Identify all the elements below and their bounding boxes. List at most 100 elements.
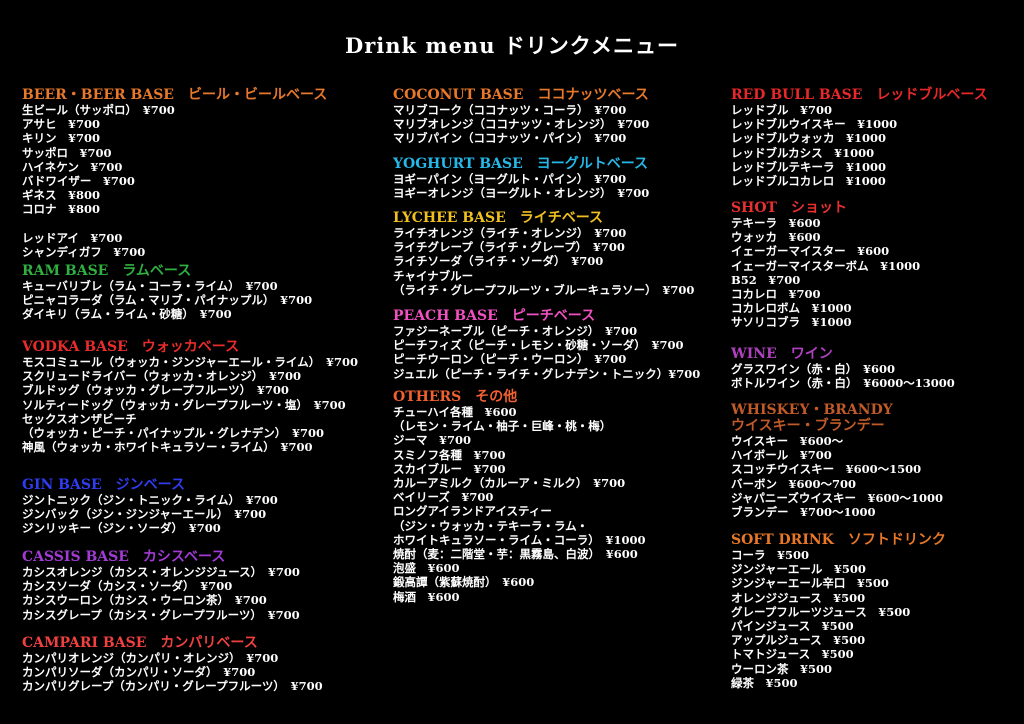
menu-item: レッドブルテキーラ ¥1000 [731,159,887,174]
section-others: OTHERS その他 チューハイ各種 ¥600 （レモン・ライム・柚子・巨峰・桃・… [393,389,646,604]
section-yoghurt: YOGHURT BASE ヨーグルトベース ヨギーパイン（ヨーグルト・パイン） … [393,156,649,200]
section-coconut: COCONUT BASE ココナッツベース マリブコーク（ココナッツ・コーラ） … [393,87,649,146]
section-heading: PEACH BASE ピーチベース [393,308,596,324]
menu-item: コーラ ¥500 [731,548,810,562]
section-heading: SHOT ショット [731,200,847,216]
menu-item: （ウォッカ・ピーチ・パイナップル・グレナデン） ¥700 [22,426,325,441]
section-heading: YOGHURT BASE ヨーグルトベース [393,156,649,172]
menu-item: 緑茶 ¥500 [731,675,798,690]
menu-item: レッドアイ ¥700 [22,230,123,245]
section-heading-ja: ウイスキー・ブランデー [731,418,885,434]
menu-item: （レモン・ライム・柚子・巨峰・桃・梅） [393,419,612,434]
item-list: ジントニック（ジン・トニック・ライム） ¥700 ジンバック（ジン・ジンジャーエー… [22,493,278,536]
menu-item: 泡盛 ¥600 [393,561,460,576]
section-peach: PEACH BASE ピーチベース ファジーネーブル（ピーチ・オレンジ） ¥70… [393,308,700,381]
item-list: レッドブル ¥700 レッドブルウイスキー ¥1000 レッドブルウォッカ ¥100… [731,103,988,188]
menu-item: グレープフルーツジュース ¥500 [731,604,911,619]
menu-item: ダイキリ（ラム・ライム・砂糖） ¥700 [22,307,232,322]
menu-item: ライチオレンジ（ライチ・オレンジ） ¥700 [393,226,627,240]
menu-item: レッドブルカシス ¥1000 [731,145,875,160]
menu-item: （ライチ・グレープフルーツ・ブルーキュラソー） ¥700 [393,282,695,297]
menu-item: テキーラ ¥600 [731,216,821,230]
item-list: カンパリオレンジ（カンパリ・オレンジ） ¥700 カンパリソーダ（カンパリ・ソーダ… [22,651,323,694]
menu-item: バドワイザー ¥700 [22,174,135,189]
section-heading: SOFT DRINK ソフトドリンク [731,532,946,548]
menu-item: カンパリソーダ（カンパリ・ソーダ） ¥700 [22,665,256,680]
section-heading: OTHERS その他 [393,389,518,405]
menu-item: サソリコブラ ¥1000 [731,315,852,330]
menu-item: オレンジジュース ¥500 [731,590,866,605]
menu-item: チャイナブルー [393,268,474,283]
section-heading: GIN BASE ジンベース [22,477,185,493]
menu-item: ピーチウーロン（ピーチ・ウーロン） ¥700 [393,352,627,367]
menu-item: ウイスキー ¥600～ [731,434,844,448]
section-heading: RED BULL BASE レッドブルベース [731,87,988,103]
menu-item: グラスワイン（赤・白） ¥600 [731,362,896,376]
menu-item: ジンジャーエール ¥500 [731,562,866,577]
item-list: 生ビール（サッポロ） ¥700 アサヒ ¥700 キリン ¥700 サッポロ ¥700… [22,103,327,259]
menu-item: バーボン ¥600～700 [731,476,857,491]
item-list: キューバリブレ（ラム・コーラ・ライム） ¥700 ピニャコラーダ（ラム・マリブ・パ… [22,279,312,322]
menu-item: ジュエル（ピーチ・ライチ・グレナデン・トニック）¥700 [393,366,701,381]
menu-item: レッドブルウォッカ ¥1000 [731,131,887,146]
menu-item: ギネス ¥800 [22,188,101,203]
section-heading: WHISKEY・BRANDY [731,402,893,418]
menu-item: ヨギーオレンジ（ヨーグルト・オレンジ） ¥700 [393,186,650,201]
menu-item: キリン ¥700 [22,131,101,146]
section-campari: CAMPARI BASE カンパリベース カンパリオレンジ（カンパリ・オレンジ）… [22,635,323,694]
section-heading: RAM BASE ラムベース [22,263,192,279]
section-gin: GIN BASE ジンベース ジントニック（ジン・トニック・ライム） ¥700 ジ… [22,477,278,536]
menu-item: モスコミュール（ウォッカ・ジンジャーエール・ライム） ¥700 [22,355,358,369]
section-lychee: LYCHEE BASE ライチベース ライチオレンジ（ライチ・オレンジ） ¥70… [393,210,694,297]
menu-item: ベイリーズ ¥700 [393,490,494,505]
item-list: コーラ ¥500 ジンジャーエール ¥500 ジンジャーエール辛口 ¥500 オレンジ… [731,548,946,690]
menu-item: イェーガーマイスター ¥600 [731,244,890,259]
section-heading: BEER・BEER BASE ビール・ビールベース [22,87,328,103]
menu-item: ライチソーダ（ライチ・ソーダ） ¥700 [393,254,604,269]
menu-item: ロングアイランドアイスティー [393,504,552,519]
menu-item: スミノフ各種 ¥700 [393,447,506,462]
menu-item: カシスウーロン（カシス・ウーロン茶） ¥700 [22,593,267,608]
section-redbull: RED BULL BASE レッドブルベース レッドブル ¥700 レッドブルウイ… [731,87,988,188]
menu-item: パインジュース ¥500 [731,619,854,634]
menu-item: スクリュードライバー（ウォッカ・オレンジ） ¥700 [22,369,302,384]
menu-item: マリブオレンジ（ココナッツ・オレンジ） ¥700 [393,117,650,132]
menu-item: ピニャコラーダ（ラム・マリブ・パイナップル） ¥700 [22,293,313,308]
menu-item: ブランデー ¥700～1000 [731,505,876,520]
section-ram: RAM BASE ラムベース キューバリブレ（ラム・コーラ・ライム） ¥700 ピ… [22,263,312,322]
menu-item: 鍛高譚（紫蘇焼酎） ¥600 [393,575,535,590]
menu-item: ライチグレープ（ライチ・グレープ） ¥700 [393,240,625,255]
item-list: グラスワイン（赤・白） ¥600 ボトルワイン（赤・白） ¥6000～13000 [731,362,955,390]
menu-item: ジャパニーズウイスキー ¥600～1000 [731,490,944,505]
menu-item: アサヒ ¥700 [22,117,101,132]
menu-item: ジーマ ¥700 [393,433,472,448]
menu-item: ファジーネーブル（ピーチ・オレンジ） ¥700 [393,324,638,338]
section-heading: CAMPARI BASE カンパリベース [22,635,258,651]
section-vodka: VODKA BASE ウォッカベース モスコミュール（ウォッカ・ジンジャーエール… [22,339,358,454]
section-wine: WINE ワイン グラスワイン（赤・白） ¥600 ボトルワイン（赤・白） ¥60… [731,346,955,390]
item-list: ウイスキー ¥600～ ハイボール ¥700 スコッチウイスキー ¥600～1500… [731,434,943,519]
menu-item: マリブパイン（ココナッツ・パイン） ¥700 [393,131,627,146]
menu-item: カシスグレープ（カシス・グレープフルーツ） ¥700 [22,607,300,622]
section-soft: SOFT DRINK ソフトドリンク コーラ ¥500 ジンジャーエール ¥500… [731,532,946,690]
item-list: モスコミュール（ウォッカ・ジンジャーエール・ライム） ¥700 スクリュードライバ… [22,355,358,454]
menu-item: 神風（ウォッカ・ホワイトキュラソー・ライム） ¥700 [22,440,313,455]
menu-item: ピーチフィズ（ピーチ・レモン・砂糖・ソーダ） ¥700 [393,338,684,353]
menu-item: 梅酒 ¥600 [393,589,460,604]
section-shot: SHOT ショット テキーラ ¥600 ウォッカ ¥600 イェーガーマイスター ¥… [731,200,920,330]
section-heading: CASSIS BASE カシスベース [22,549,226,565]
page-title: Drink menu ドリンクメニュー [345,33,679,58]
menu-item: ジンジャーエール辛口 ¥500 [731,576,889,591]
menu-item: ジンバック（ジン・ジンジャーエール） ¥700 [22,507,267,522]
item-list: ライチオレンジ（ライチ・オレンジ） ¥700 ライチグレープ（ライチ・グレープ） … [393,226,694,297]
menu-item: スコッチウイスキー ¥600～1500 [731,462,922,477]
section-beer: BEER・BEER BASE ビール・ビールベース 生ビール（サッポロ） ¥70… [22,87,327,259]
menu-item: ウーロン茶 ¥500 [731,661,833,676]
menu-item: チューハイ各種 ¥600 [393,405,517,419]
menu-item: ソルティードッグ（ウォッカ・グレープフルーツ・塩） ¥700 [22,397,346,412]
section-cassis: CASSIS BASE カシスベース カシスオレンジ（カシス・オレンジジュース）… [22,549,300,622]
item-list: ヨギーパイン（ヨーグルト・パイン） ¥700 ヨギーオレンジ（ヨーグルト・オレンジ… [393,172,649,200]
menu-item: （ジン・ウォッカ・テキーラ・ラム・ [393,518,589,533]
menu-item: カシスソーダ（カシス・ソーダ） ¥700 [22,579,233,594]
